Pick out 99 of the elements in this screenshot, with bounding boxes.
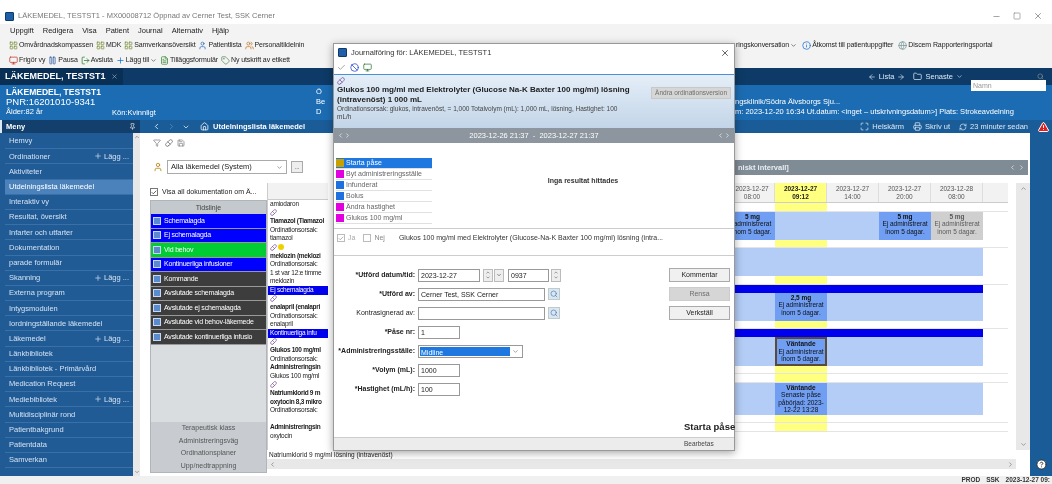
plus-icon [93, 273, 102, 282]
checkbox[interactable] [153, 274, 161, 283]
form-icon [160, 55, 170, 65]
grid-icon [9, 40, 18, 50]
plus-icon [93, 395, 102, 404]
globe-icon [898, 40, 908, 50]
spin-button[interactable] [551, 268, 561, 282]
patient-tab[interactable]: LÄKEMEDEL, TESTST1 [0, 68, 123, 85]
patient-id: PNR:16201010-9341 [6, 97, 97, 107]
checkbox[interactable] [153, 289, 161, 298]
warning-icon [1037, 120, 1050, 133]
patient-name: LÄKEMEDEL, TESTST1 [6, 87, 102, 97]
checkmark-icon [338, 234, 344, 242]
person-icon [153, 162, 163, 172]
spin-button[interactable] [483, 268, 493, 282]
caret-icon [496, 272, 502, 278]
check-icon[interactable] [337, 63, 346, 72]
scrollbar[interactable] [133, 133, 140, 476]
scroll-up-icon[interactable] [133, 134, 140, 140]
printer-icon [913, 122, 923, 131]
app-logo-icon [338, 48, 347, 57]
label-icon [221, 55, 230, 65]
help-icon[interactable] [1035, 459, 1047, 470]
checkbox[interactable] [153, 318, 161, 327]
scroll-down-icon[interactable] [1019, 441, 1027, 448]
right-arrow-icon [897, 72, 906, 81]
person-icon [198, 40, 208, 50]
checkbox[interactable] [153, 332, 161, 341]
home-icon[interactable] [200, 122, 209, 131]
caret-icon [276, 163, 283, 171]
pill-icon [270, 209, 277, 217]
next-icon[interactable] [724, 132, 731, 139]
form-title: Starta påse [684, 419, 736, 434]
filter-icon[interactable] [153, 139, 161, 147]
scrollbar[interactable] [1016, 183, 1030, 450]
checkbox[interactable] [153, 216, 161, 225]
search-button[interactable] [548, 307, 560, 319]
checkbox[interactable] [153, 245, 161, 254]
search-icon [550, 290, 558, 298]
caret-icon [790, 41, 798, 49]
search-button[interactable] [548, 288, 560, 300]
pill-icon [270, 338, 277, 346]
caret-icon [512, 347, 519, 355]
maximize-icon[interactable] [1013, 12, 1021, 20]
close-icon[interactable] [1033, 11, 1043, 21]
current-time-cell [775, 276, 827, 284]
caret-icon [956, 73, 963, 80]
date-picker-button[interactable] [494, 268, 504, 282]
next-icon[interactable] [1018, 164, 1025, 171]
scroll-up-icon[interactable] [1019, 185, 1027, 192]
checkbox[interactable] [153, 303, 161, 312]
forward-icon[interactable] [167, 122, 176, 131]
checkbox[interactable] [153, 231, 161, 240]
close-icon[interactable] [110, 73, 118, 80]
order-title: Glukos 100 mg/ml med Elektrolyter (Glucose Na-K Baxter 100 mg/ml) lösning (intravenöst) 1 000 mL [337, 85, 631, 105]
grid-icon [124, 40, 134, 50]
search-icon [550, 309, 558, 317]
scroll-right-icon[interactable] [1007, 460, 1014, 468]
app-logo-icon [5, 11, 14, 21]
pill-icon [270, 295, 277, 303]
caret-icon [150, 56, 158, 64]
monitor-icon [9, 55, 18, 65]
pill-icon[interactable] [165, 139, 173, 147]
exit-icon [80, 55, 90, 65]
checkbox[interactable] [153, 260, 161, 269]
scroll-down-icon[interactable] [133, 469, 140, 475]
back-icon[interactable] [152, 122, 161, 131]
monitor-icon[interactable] [363, 63, 372, 72]
previous-icon[interactable] [1009, 164, 1016, 171]
pill-icon [270, 243, 277, 251]
note-icon [278, 244, 284, 251]
plus-icon [115, 55, 125, 65]
refresh-icon [959, 122, 968, 131]
pill-icon [337, 77, 345, 85]
fullscreen-icon [860, 122, 870, 131]
current-time-cell [775, 239, 827, 247]
input-field[interactable] [418, 306, 545, 320]
scrollbar[interactable] [267, 459, 1016, 469]
checkmark-icon [151, 188, 157, 196]
left-arrow-icon [867, 72, 876, 81]
plus-icon [93, 334, 102, 343]
next-icon[interactable] [344, 132, 351, 139]
plus-icon [93, 152, 102, 161]
save-icon[interactable] [177, 139, 185, 147]
cancel-icon[interactable] [350, 63, 359, 72]
pill-icon [270, 381, 277, 389]
close-icon[interactable] [720, 47, 730, 58]
pause-icon [48, 55, 58, 65]
search-icon [1037, 73, 1044, 80]
grid-icon [96, 40, 105, 50]
previous-icon[interactable] [337, 132, 344, 139]
current-time-cell [775, 203, 827, 211]
pin-icon[interactable] [129, 123, 136, 130]
folder-icon [913, 72, 923, 81]
scroll-left-icon[interactable] [269, 460, 276, 468]
previous-icon[interactable] [717, 132, 724, 139]
current-time-cell [775, 320, 827, 328]
info-icon [802, 40, 812, 50]
people-icon [244, 40, 254, 50]
